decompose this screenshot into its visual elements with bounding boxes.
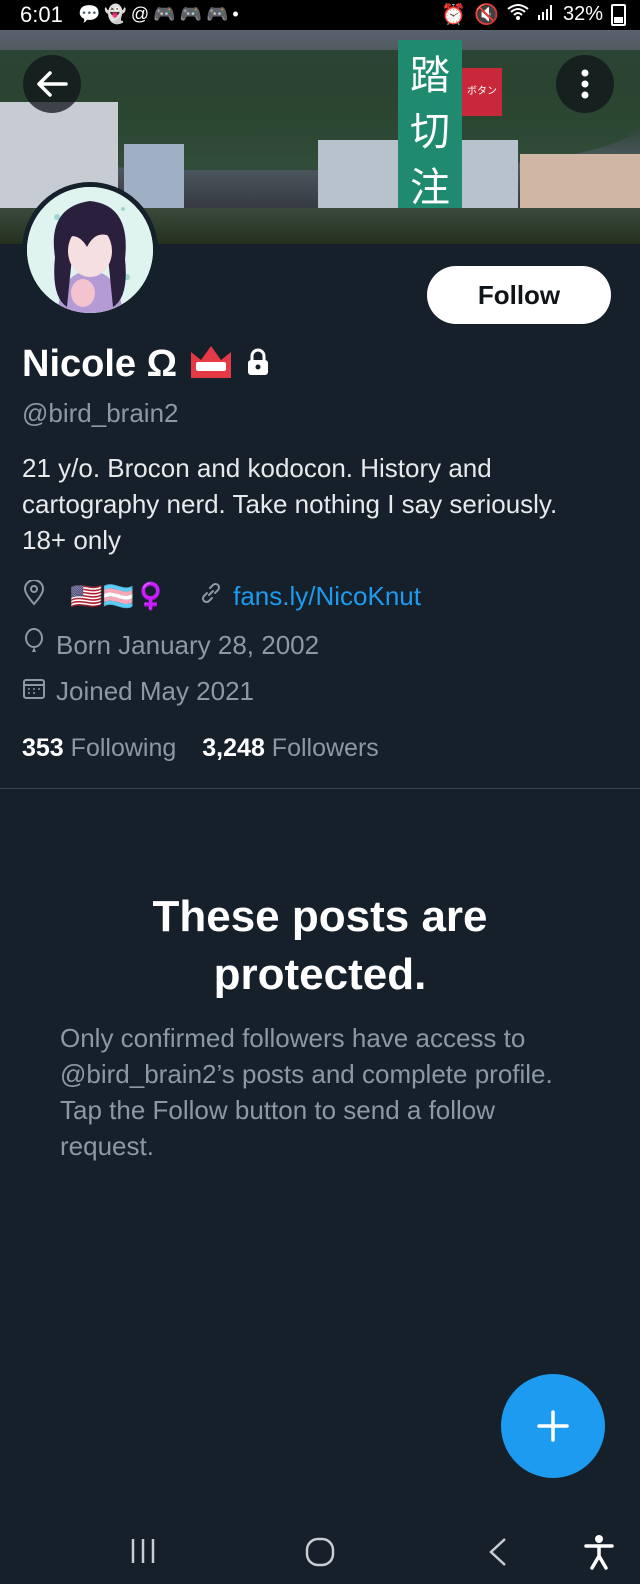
crown-badge-icon [187,342,235,387]
followers-count: 3,248 [202,734,265,762]
chat-icon: 💬 [78,4,101,24]
snapchat-icon: 👻 [104,4,127,24]
divider [0,788,640,789]
home-icon [305,1537,335,1567]
threads-icon: @ [130,4,150,24]
chevron-left-icon [489,1538,506,1566]
discord-icon: 🎮 [153,4,176,24]
follow-button[interactable]: Follow [427,266,611,324]
alarm-icon: ⏰ [441,4,467,26]
meta-row-birthday: Born January 28, 2002 [22,628,319,663]
plus-icon [537,1410,569,1442]
profile-handle: @bird_brain2 [22,398,179,428]
followers-label: Followers [271,734,379,762]
calendar-icon [22,676,46,707]
signal-icon [537,3,555,27]
accessibility-button[interactable] [583,1534,615,1575]
link-icon [199,581,223,612]
display-name: Nicole Ω [22,343,178,385]
follow-stats: 353 Following 3,248 Followers [22,734,379,763]
banner-building [520,154,640,214]
android-nav-bar [0,1520,640,1584]
dot-icon: • [232,4,239,24]
location-icon [22,579,46,613]
balloon-icon [22,628,46,663]
profile-joined: Joined May 2021 [56,676,255,706]
meta-row-joined: Joined May 2021 [22,676,254,707]
discord-icon: 🎮 [205,4,229,24]
following-link[interactable]: 353 Following [22,734,176,763]
battery-icon [611,3,626,26]
lock-icon [245,347,271,382]
home-button[interactable] [304,1536,336,1573]
back-button[interactable] [23,55,81,113]
button-sign: ボタン [462,68,502,116]
wifi-icon [507,3,529,27]
meta-row-location: 🇺🇸🏳️‍⚧️♀️ fans.ly/NicoKnut [22,579,421,613]
profile-website-link[interactable]: fans.ly/NicoKnut [233,581,421,612]
system-back-button[interactable] [486,1536,510,1573]
name-row: Nicole Ω [22,342,271,387]
recent-apps-icon [131,1539,155,1563]
accessibility-icon [584,1535,614,1570]
protected-description: Only confirmed followers have access to … [60,1023,553,1161]
protected-title: These posts are protected. [152,892,488,999]
followers-link[interactable]: 3,248 Followers [202,734,379,763]
profile-location: 🇺🇸🏳️‍⚧️♀️ [70,581,168,611]
profile-birthday: Born January 28, 2002 [56,630,320,660]
mute-icon: 🔇 [474,4,499,26]
status-bar: 6:01 💬 👻 @ 🎮 🎮 🎮 • ⏰ 🔇 32% [0,0,640,30]
profile-bio: 21 y/o. Brocon and kodocon. History and … [22,453,558,555]
discord-icon: 🎮 [179,4,202,24]
more-vertical-icon [581,69,589,99]
more-options-button[interactable] [556,55,614,113]
compose-post-button[interactable] [501,1374,605,1478]
avatar[interactable] [22,182,158,318]
status-time: 6:01 [20,2,63,27]
following-count: 353 [22,734,64,762]
following-label: Following [70,734,177,762]
notification-icons: 💬 👻 @ 🎮 🎮 🎮 • [78,4,239,25]
battery-level: 32% [562,3,603,25]
avatar-image [27,187,153,313]
arrow-left-icon [37,71,68,97]
recent-apps-button[interactable] [128,1536,158,1571]
